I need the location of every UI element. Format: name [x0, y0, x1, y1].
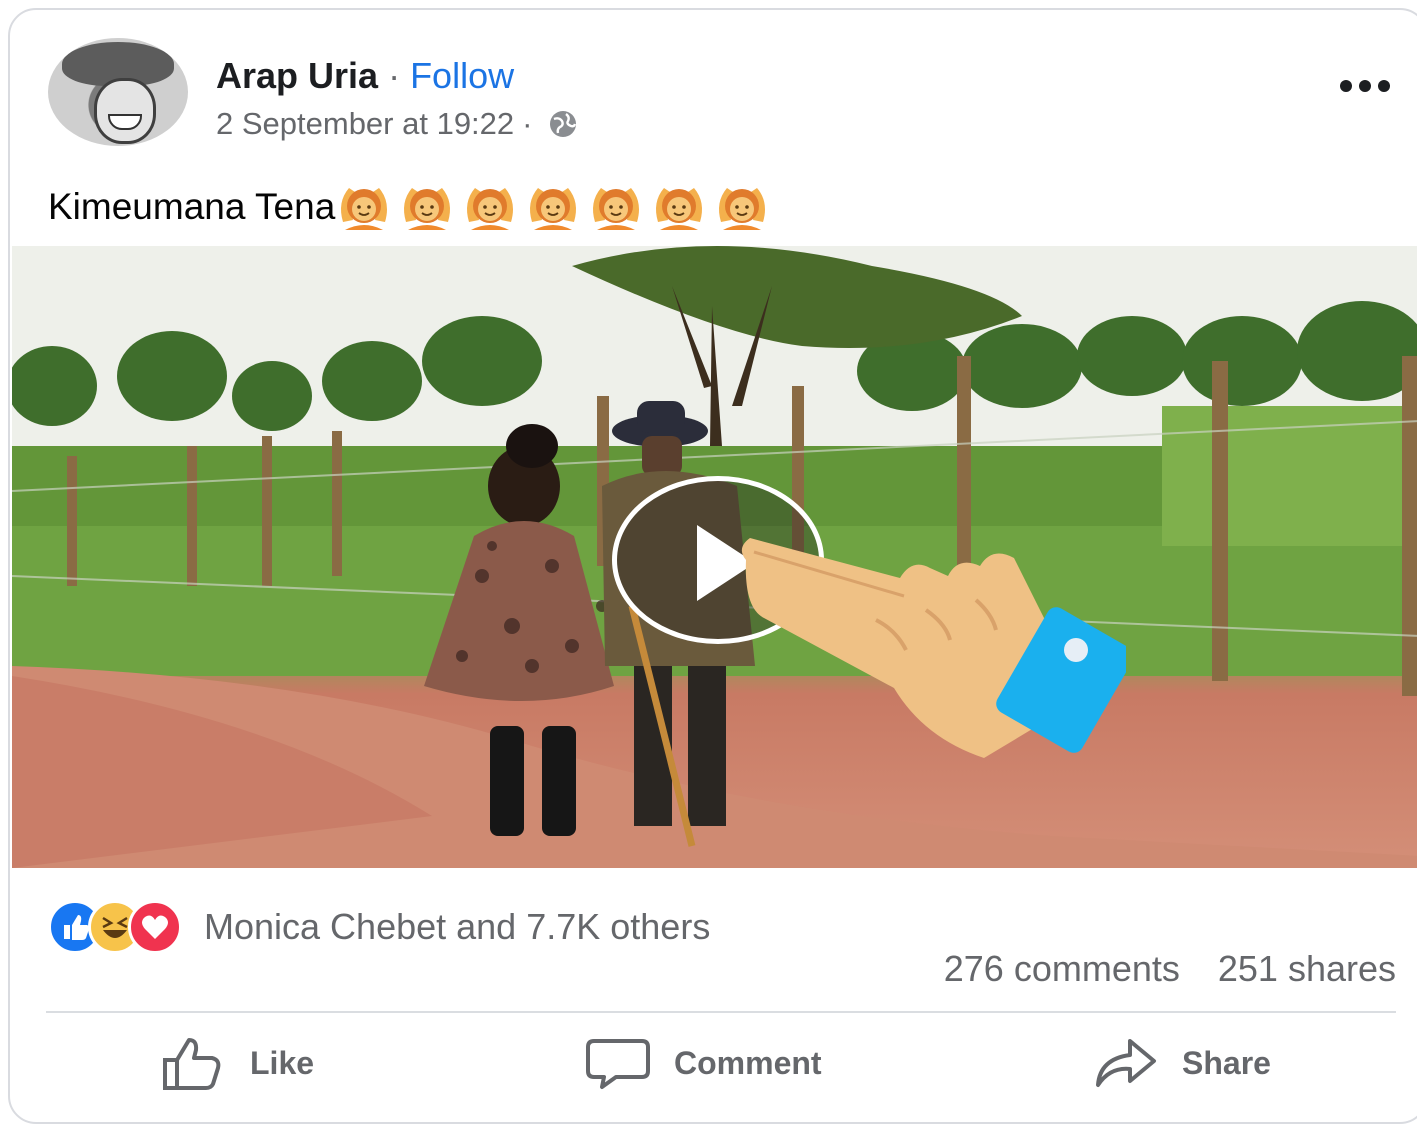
woman-raising-hands-emoji: [463, 182, 517, 232]
emoji-row: [335, 182, 769, 232]
like-button[interactable]: Like: [160, 1028, 314, 1098]
actions-divider: [46, 1011, 1396, 1013]
avatar[interactable]: [48, 38, 188, 146]
engagement-stats: 276 comments 251 shares: [944, 948, 1396, 990]
woman-raising-hands-emoji: [400, 182, 454, 232]
post-timestamp[interactable]: 2 September at 19:22: [216, 106, 514, 142]
post-text: Kimeumana Tena: [48, 182, 769, 232]
comment-button[interactable]: Comment: [586, 1028, 822, 1098]
follow-link[interactable]: Follow: [410, 55, 514, 96]
reactions-text[interactable]: Monica Chebet and 7.7K others: [204, 906, 710, 948]
header-separator: ·: [388, 55, 401, 96]
share-button[interactable]: Share: [1094, 1028, 1271, 1098]
woman-raising-hands-emoji: [526, 182, 580, 232]
shares-count[interactable]: 251 shares: [1218, 948, 1396, 990]
pointing-hand-icon: [741, 538, 1126, 758]
avatar-face: [94, 78, 156, 144]
like-label: Like: [250, 1044, 315, 1081]
comments-count[interactable]: 276 comments: [944, 948, 1180, 990]
post-meta: 2 September at 19:22 ·: [216, 106, 578, 142]
meta-separator: ·: [522, 106, 533, 141]
comment-label: Comment: [674, 1044, 822, 1081]
woman-raising-hands-emoji: [337, 182, 391, 232]
woman-raising-hands-emoji: [652, 182, 706, 232]
share-label: Share: [1182, 1044, 1271, 1081]
love-icon: [128, 900, 182, 954]
woman-raising-hands-emoji: [715, 182, 769, 232]
reactions-summary[interactable]: Monica Chebet and 7.7K others: [48, 900, 710, 954]
reaction-icons: [48, 900, 182, 954]
post-card: Arap Uria · Follow 2 September at 19:22 · …: [8, 8, 1417, 1124]
share-icon: [1096, 1039, 1156, 1087]
author-name[interactable]: Arap Uria: [216, 55, 378, 96]
post-header: Arap Uria · Follow: [216, 56, 514, 96]
thumbs-up-icon: [163, 1038, 221, 1090]
video-player[interactable]: [12, 246, 1417, 868]
comment-icon: [586, 1039, 650, 1089]
more-options-icon[interactable]: [1340, 80, 1390, 92]
woman-raising-hands-emoji: [589, 182, 643, 232]
globe-icon: [548, 109, 578, 139]
post-caption: Kimeumana Tena: [48, 186, 336, 227]
